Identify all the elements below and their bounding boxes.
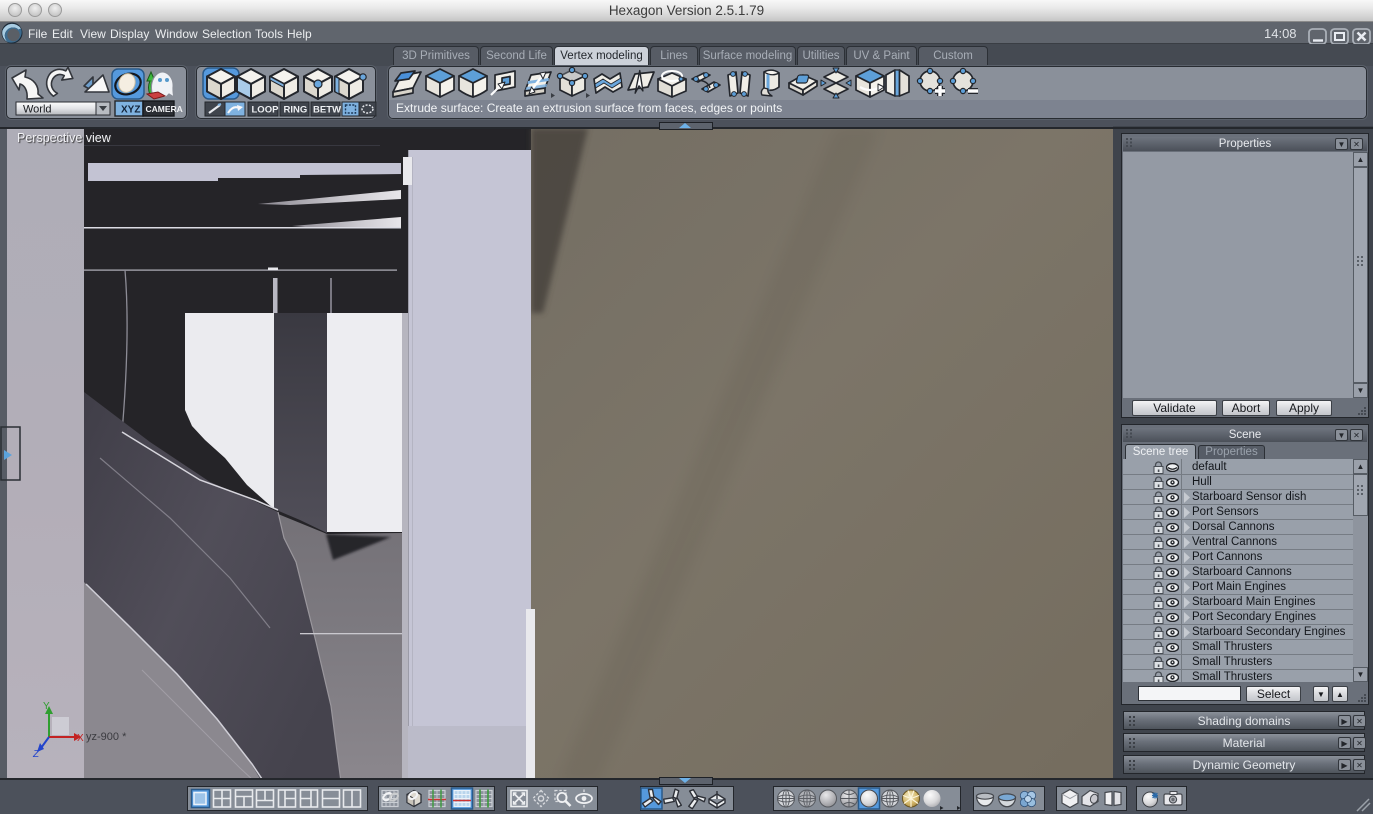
svg-text:World: World (23, 104, 52, 116)
svg-text:CAMERA: CAMERA (146, 104, 183, 114)
svg-text:Perspective view: Perspective view (17, 131, 112, 145)
svg-text:BETW: BETW (313, 105, 341, 116)
svg-text:yz-900 *: yz-900 * (86, 731, 127, 743)
svg-text:LOOP: LOOP (252, 105, 280, 116)
svg-text:Z: Z (32, 749, 40, 760)
svg-text:RING: RING (284, 105, 308, 116)
svg-text:Y: Y (43, 701, 50, 712)
svg-text:X: X (77, 733, 84, 744)
svg-text:XYZ: XYZ (121, 105, 140, 116)
